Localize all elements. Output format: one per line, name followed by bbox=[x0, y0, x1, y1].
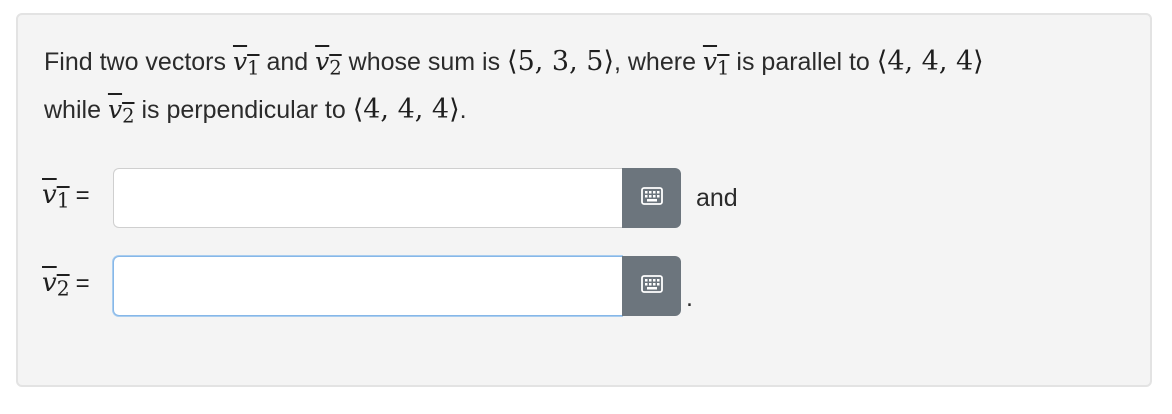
keyboard-icon bbox=[640, 186, 663, 210]
question-card: Find two vectors v1 and v2 whose sum is … bbox=[16, 13, 1152, 387]
v2-label: v2 = bbox=[42, 268, 90, 301]
v2-answer-input[interactable] bbox=[113, 256, 622, 316]
trailing-period: . bbox=[686, 284, 693, 312]
question-text-and: and bbox=[266, 48, 309, 76]
question-text-end: . bbox=[459, 96, 467, 125]
sum-vector: ⟨5, 3, 5⟩ bbox=[507, 46, 614, 77]
question-text-find: Find two vectors bbox=[44, 48, 227, 76]
answer-row-v1: v1 = and bbox=[18, 168, 1150, 228]
v1-input-group bbox=[113, 168, 681, 228]
v1-label: v1 = bbox=[42, 180, 90, 213]
question-text-sum: whose sum is bbox=[348, 48, 501, 76]
v2-input-group bbox=[113, 256, 681, 316]
question-text-perp: is perpendicular to bbox=[141, 96, 346, 125]
parallel-vector: ⟨4, 4, 4⟩ bbox=[876, 46, 984, 77]
v2-keyboard-button[interactable] bbox=[622, 256, 681, 316]
keyboard-icon bbox=[640, 274, 663, 298]
v1-keyboard-button[interactable] bbox=[622, 168, 681, 228]
v2-symbol-ref: v2 bbox=[107, 95, 135, 128]
question-text-parallel: is parallel to bbox=[736, 48, 870, 76]
question-text-where: , where bbox=[613, 48, 696, 76]
question-text-while: while bbox=[44, 96, 101, 125]
answer-row-v2: v2 = . bbox=[18, 256, 1150, 316]
perp-vector: ⟨4, 4, 4⟩ bbox=[352, 94, 460, 126]
question-text: Find two vectors v1 and v2 whose sum is … bbox=[44, 41, 1134, 138]
connector-and: and bbox=[696, 184, 738, 212]
v1-symbol: v1 bbox=[232, 47, 260, 80]
v2-symbol: v2 bbox=[315, 47, 342, 80]
v1-answer-input[interactable] bbox=[113, 168, 622, 228]
v1-symbol-ref: v1 bbox=[702, 47, 730, 80]
